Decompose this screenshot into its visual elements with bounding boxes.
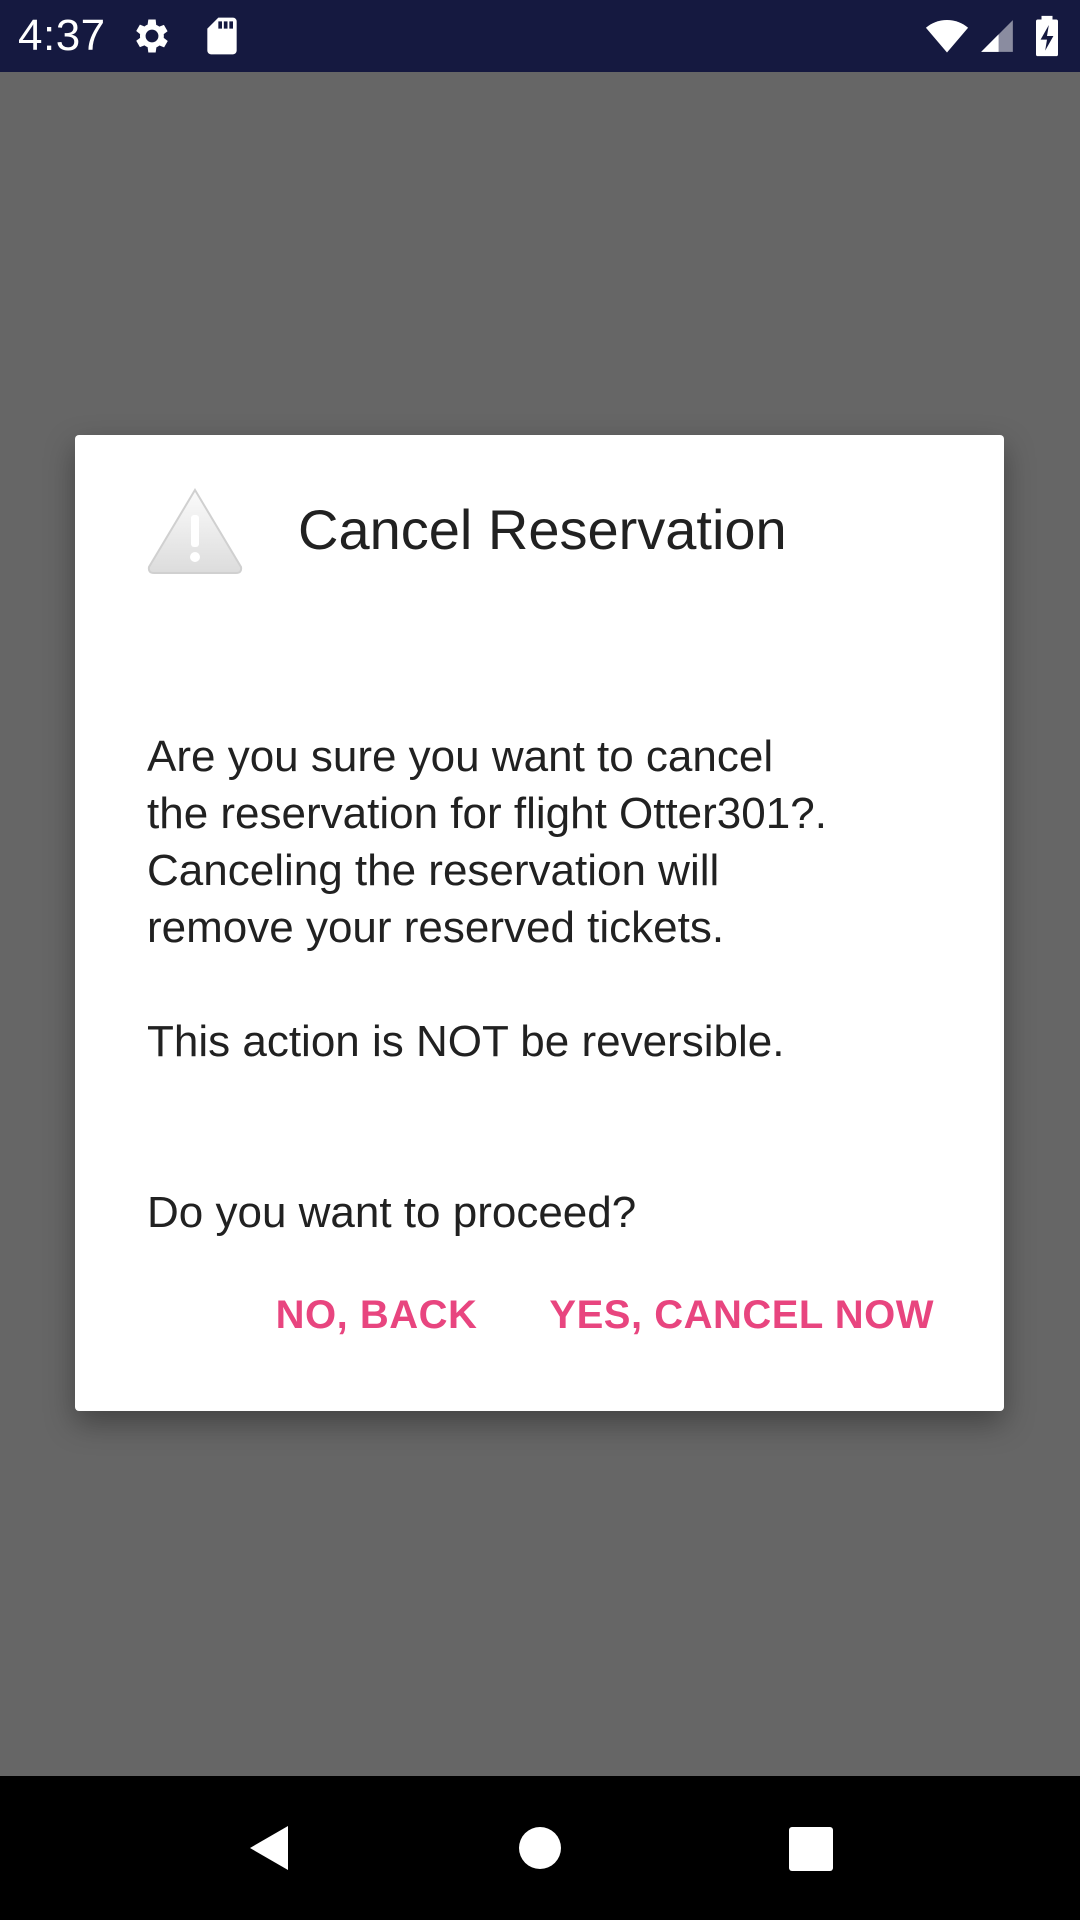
warning-icon: [146, 487, 244, 575]
dialog-actions: NO, BACK YES, CANCEL NOW: [276, 1277, 934, 1353]
battery-charging-icon: [1032, 14, 1062, 58]
navigation-bar: [0, 1776, 1080, 1920]
message-line: remove your reserved tickets.: [147, 903, 725, 952]
dialog-title: Cancel Reservation: [298, 498, 787, 561]
message-line: Are you sure you want to cancel: [147, 732, 774, 781]
message-line: the reservation for flight Otter301?.: [147, 789, 827, 838]
wifi-icon: [922, 14, 972, 58]
irreversible-warning-text: This action is NOT be reversible.: [147, 1017, 785, 1066]
signal-icon: [978, 14, 1016, 58]
sd-card-icon: [200, 14, 244, 58]
no-back-button[interactable]: NO, BACK: [276, 1293, 478, 1338]
status-time: 4:37: [18, 11, 106, 60]
recents-icon[interactable]: [760, 1798, 860, 1898]
message-line: Canceling the reservation will: [147, 846, 720, 895]
cancel-reservation-dialog: Cancel Reservation Are you sure you want…: [75, 435, 1004, 1411]
proceed-question: Do you want to proceed?: [147, 1188, 637, 1237]
dialog-message: Are you sure you want to cancel the rese…: [147, 728, 947, 1241]
back-icon[interactable]: [218, 1798, 318, 1898]
home-icon[interactable]: [490, 1798, 590, 1898]
yes-cancel-now-button[interactable]: YES, CANCEL NOW: [549, 1293, 934, 1338]
status-bar: 4:37: [0, 0, 1080, 72]
settings-icon: [130, 14, 174, 58]
